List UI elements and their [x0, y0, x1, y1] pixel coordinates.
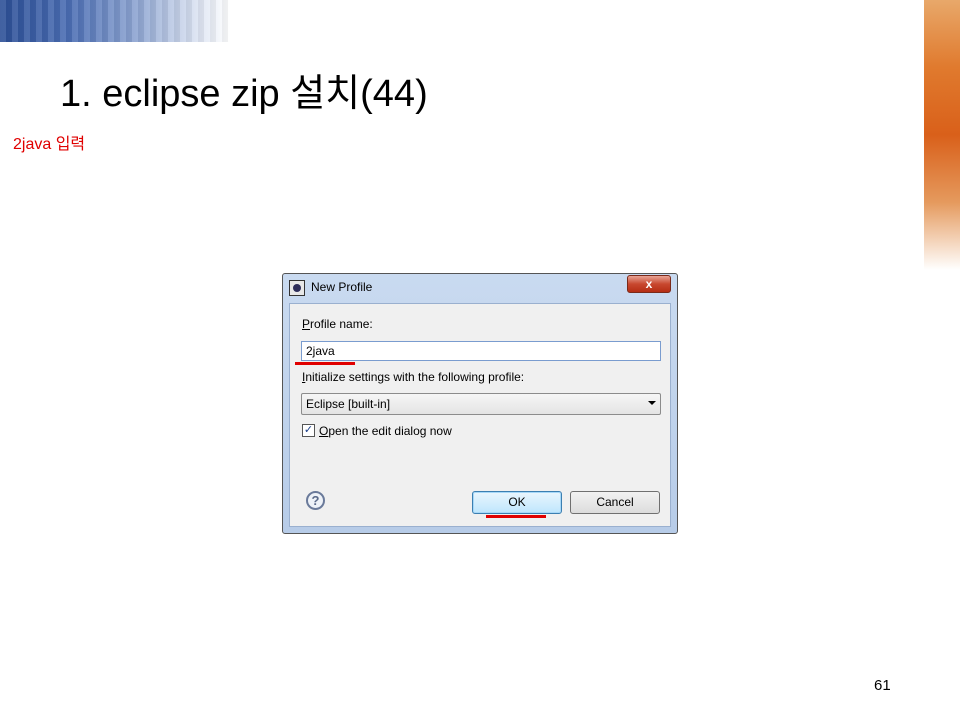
initialize-settings-label: Initialize settings with the following p…: [302, 370, 524, 384]
dialog-title: New Profile: [311, 280, 373, 294]
dialog-titlebar[interactable]: New Profile x: [283, 274, 677, 302]
decorative-top-stripes: [0, 0, 230, 42]
help-icon[interactable]: ?: [306, 491, 325, 510]
profile-name-input[interactable]: 2java: [301, 341, 661, 361]
ok-button[interactable]: OK: [472, 491, 562, 514]
open-edit-label-text: pen the edit dialog now: [328, 424, 452, 438]
close-icon: x: [645, 277, 653, 291]
input-red-underline: [295, 362, 355, 365]
open-edit-label[interactable]: Open the edit dialog now: [319, 424, 452, 438]
new-profile-dialog: New Profile x Profile name: 2java Initia…: [282, 273, 678, 534]
profile-select[interactable]: Eclipse [built-in]: [301, 393, 661, 415]
close-button[interactable]: x: [627, 275, 671, 293]
initialize-label-text: nitialize settings with the following pr…: [305, 370, 525, 384]
profile-name-access-key: P: [302, 317, 311, 331]
decorative-right-strip: [924, 0, 960, 270]
profile-name-label-text: rofile name:: [310, 317, 373, 331]
open-edit-access-key: O: [319, 424, 329, 438]
open-edit-checkbox[interactable]: ✓: [302, 424, 315, 437]
profile-select-value: Eclipse [built-in]: [306, 397, 391, 411]
chevron-down-icon[interactable]: [648, 401, 656, 405]
dialog-body: Profile name: 2java Initialize settings …: [289, 303, 671, 527]
profile-name-label: Profile name:: [302, 317, 373, 331]
checkmark-icon: ✓: [303, 424, 314, 436]
cancel-button[interactable]: Cancel: [570, 491, 660, 514]
ok-red-underline: [486, 515, 546, 518]
slide-title: 1. eclipse zip 설치(44): [60, 73, 428, 115]
page-number: 61: [874, 677, 891, 694]
eclipse-icon: [289, 280, 305, 296]
slide-caption: 2java 입력: [13, 136, 86, 153]
